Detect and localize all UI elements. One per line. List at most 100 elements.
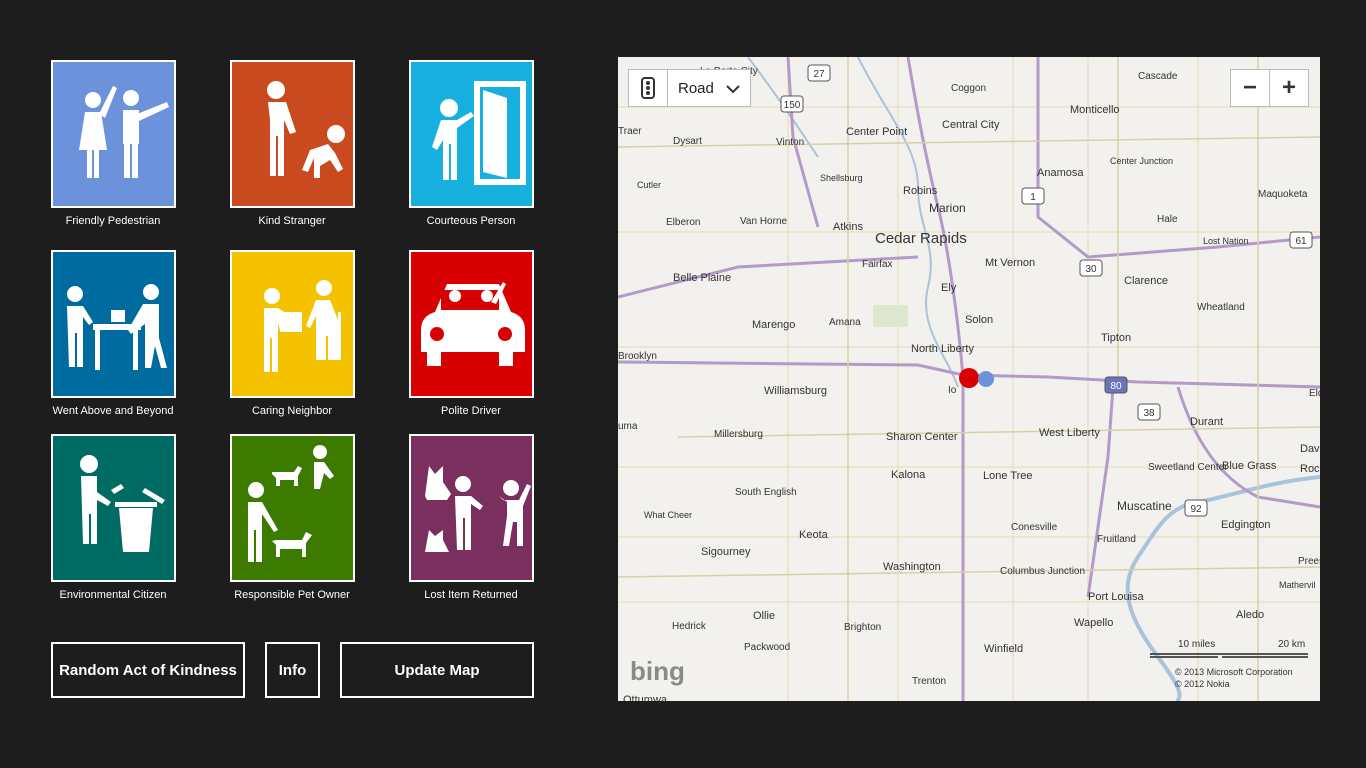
map-place-label: Dysart — [673, 136, 702, 147]
map-place-label: Brooklyn — [618, 351, 657, 362]
info-button[interactable]: Info — [265, 642, 320, 698]
highway-shield-number: 92 — [1190, 504, 1202, 515]
map-place-label: Coggon — [951, 83, 986, 94]
tile-label: Environmental Citizen — [59, 589, 167, 601]
highway-shield: 80 — [1104, 376, 1128, 394]
map-place-label: Clarence — [1124, 275, 1168, 287]
tile-friendly-pedestrian[interactable] — [51, 60, 176, 208]
map-place-label: Williamsburg — [764, 385, 827, 397]
traffic-toggle[interactable] — [628, 69, 668, 107]
map-place-label: Rock I — [1300, 463, 1320, 475]
highway-shield: 61 — [1289, 231, 1313, 249]
tile-label: Friendly Pedestrian — [65, 215, 161, 227]
map-place-label: Wheatland — [1197, 302, 1245, 313]
copyright-nokia: © 2012 Nokia — [1175, 679, 1230, 689]
zoom-out-button[interactable]: − — [1230, 69, 1270, 107]
map-place-label: Wapello — [1074, 617, 1113, 629]
map-place-label: Keota — [799, 529, 829, 541]
map-place-label: Edgington — [1221, 519, 1271, 531]
map-view[interactable]: La Porte CityCascadeCoggonMonticelloTrae… — [618, 57, 1320, 701]
map-canvas[interactable]: La Porte CityCascadeCoggonMonticelloTrae… — [618, 57, 1320, 701]
map-place-label: Ollie — [753, 610, 775, 622]
highway-shield-number: 1 — [1030, 192, 1036, 203]
map-place-label: West Liberty — [1039, 427, 1100, 439]
map-place-label: Mathervil — [1279, 580, 1316, 590]
chevron-down-icon — [726, 85, 740, 94]
scale-bar — [1150, 653, 1308, 658]
tile-label: Lost Item Returned — [424, 589, 518, 601]
update-map-button[interactable]: Update Map — [340, 642, 534, 698]
highway-shield: 92 — [1184, 499, 1208, 517]
person-recycling-icon — [80, 455, 165, 552]
map-style-select[interactable]: Road — [667, 69, 751, 107]
highway-shield-number: 80 — [1110, 381, 1122, 392]
map-place-label: Fairfax — [862, 259, 893, 270]
map-place-label: Sharon Center — [886, 431, 958, 443]
tile-polite-driver[interactable] — [409, 250, 534, 398]
highway-shield-number: 38 — [1143, 408, 1155, 419]
map-place-label: Belle Plaine — [673, 272, 731, 284]
map-place-label: Fruitland — [1097, 534, 1136, 545]
map-place-label: Marion — [929, 201, 966, 215]
map-place-label: Vinton — [776, 137, 804, 148]
map-place-label: Conesville — [1011, 522, 1058, 533]
person-holding-door-icon — [432, 81, 526, 185]
tile-kind-stranger[interactable] — [230, 60, 355, 208]
map-place-label: Muscatine — [1117, 499, 1172, 513]
map-place-label: Shellsburg — [820, 173, 863, 183]
scale-miles: 10 miles — [1178, 639, 1215, 650]
map-place-label: Hale — [1157, 214, 1178, 225]
rivers — [747, 57, 1320, 701]
map-style-label: Road — [678, 79, 714, 97]
park-area — [873, 305, 908, 327]
two-people-waving-icon — [79, 86, 169, 178]
random-act-button[interactable]: Random Act of Kindness — [51, 642, 245, 698]
highway-shield-number: 30 — [1085, 264, 1097, 275]
tile-caring-neighbor[interactable] — [230, 250, 355, 398]
map-place-label: Port Louisa — [1088, 591, 1145, 603]
tile-went-above-and-beyond[interactable] — [51, 250, 176, 398]
tile-lost-item-returned[interactable] — [409, 434, 534, 582]
tile-courteous-person[interactable] — [409, 60, 534, 208]
map-place-label: Atkins — [833, 221, 863, 233]
tile-environmental-citizen[interactable] — [51, 434, 176, 582]
tile-label: Courteous Person — [426, 215, 516, 227]
person-returning-item-icon — [425, 466, 531, 552]
map-place-label: What Cheer — [644, 510, 692, 520]
tile-label: Kind Stranger — [258, 215, 326, 227]
location-marker-red[interactable] — [959, 368, 979, 388]
map-place-label: Marengo — [752, 319, 795, 331]
map-place-label: Maquoketa — [1258, 189, 1308, 200]
map-place-label: North Liberty — [911, 343, 974, 355]
highway-shield: 150 — [780, 95, 804, 113]
map-place-label: Eldridge — [1309, 388, 1320, 399]
map-place-label: Washington — [883, 561, 941, 573]
map-place-label: Solon — [965, 314, 993, 326]
highway-shield-number: 150 — [784, 100, 801, 111]
map-place-label: Tipton — [1101, 332, 1131, 344]
map-place-label: Durant — [1190, 416, 1223, 428]
highway-shield: 27 — [807, 64, 831, 82]
tile-label: Went Above and Beyond — [52, 405, 174, 417]
map-place-label: Ely — [941, 282, 957, 294]
highway-shield-number: 61 — [1295, 236, 1307, 247]
map-place-label: Cascade — [1138, 71, 1178, 82]
map-place-label: Elberon — [666, 217, 700, 228]
map-place-label: South English — [735, 487, 797, 498]
traffic-light-icon — [641, 77, 655, 99]
zoom-in-button[interactable]: + — [1269, 69, 1309, 107]
person-helping-fallen-person-icon — [267, 81, 345, 178]
map-place-label: Winfield — [984, 643, 1023, 655]
map-place-label: uma — [618, 421, 638, 432]
map-place-label: Preem — [1298, 556, 1320, 567]
map-place-label: Packwood — [744, 642, 790, 653]
map-place-label: Daven — [1300, 443, 1320, 455]
tile-label: Responsible Pet Owner — [234, 589, 350, 601]
map-place-label: Trenton — [912, 676, 946, 687]
map-place-label: Aledo — [1236, 609, 1264, 621]
highway-shield-number: 27 — [813, 69, 825, 80]
map-place-label: Van Horne — [740, 216, 788, 227]
location-marker-blue[interactable] — [978, 371, 994, 387]
tile-responsible-pet-owner[interactable] — [230, 434, 355, 582]
map-place-label: Center Point — [846, 126, 907, 138]
